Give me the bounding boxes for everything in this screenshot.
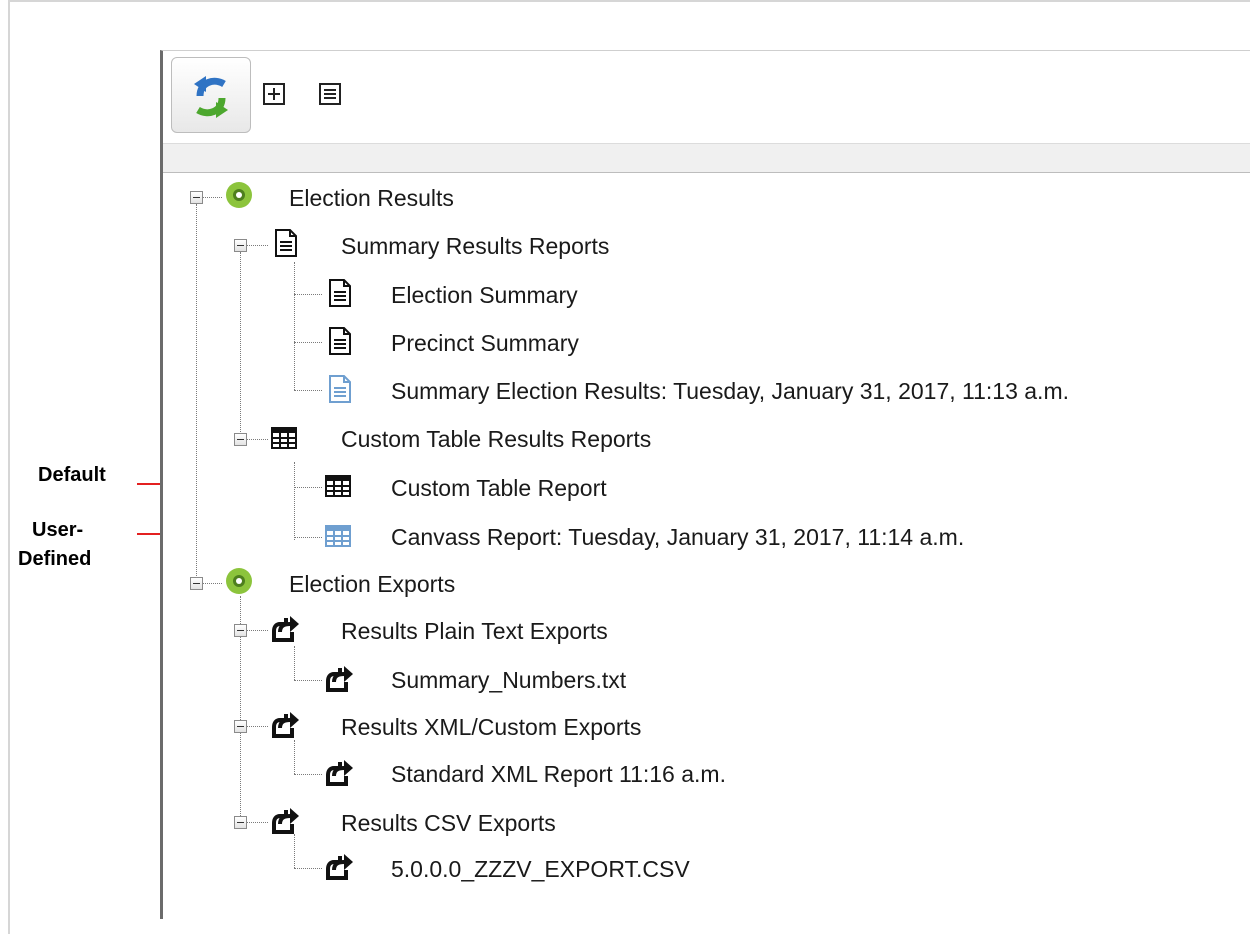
export-icon: [326, 760, 353, 786]
tree-leaf-label: Summary Election Results: Tuesday, Janua…: [391, 378, 1069, 404]
tree-line: [294, 834, 295, 868]
tree-node-label: Results XML/Custom Exports: [341, 714, 642, 740]
outer-frame-top: [8, 0, 1250, 16]
column-header-strip: [163, 143, 1250, 173]
tree-line: [246, 630, 268, 631]
tree-line: [202, 197, 222, 198]
user-defined-document-icon: [329, 375, 351, 403]
annotation-user-defined-1: User-: [32, 519, 84, 541]
tree-leaf-label: Precinct Summary: [391, 330, 579, 356]
tree-line: [294, 342, 322, 343]
tree-node-label: Election Results: [289, 185, 454, 211]
refresh-icon: [194, 76, 228, 118]
user-defined-table-icon: [325, 525, 351, 547]
collapse-toggle[interactable]: [234, 433, 247, 446]
tree-line: [240, 252, 241, 440]
expand-all-icon[interactable]: [263, 83, 285, 105]
document-icon: [329, 327, 351, 355]
document-icon: [275, 229, 297, 257]
tree-line: [202, 583, 222, 584]
tree-line: [294, 462, 295, 540]
tree-line: [294, 487, 322, 488]
annotation-user-defined-2: Defined: [18, 548, 92, 570]
table-icon: [271, 427, 297, 449]
tree-leaf-label: Election Summary: [391, 282, 578, 308]
tree-line: [246, 439, 268, 440]
tree-leaf-label: 5.0.0.0_ZZZV_EXPORT.CSV: [391, 856, 690, 882]
document-icon: [329, 279, 351, 307]
collapse-all-icon[interactable]: [319, 83, 341, 105]
collapse-toggle[interactable]: [234, 816, 247, 829]
tree-line: [294, 646, 295, 680]
tree-line: [294, 390, 322, 391]
tree-line: [294, 537, 322, 538]
tree-node-label: Results CSV Exports: [341, 810, 556, 836]
refresh-button[interactable]: [171, 57, 251, 133]
export-icon: [272, 616, 299, 642]
election-node-icon: [226, 568, 252, 594]
collapse-toggle[interactable]: [234, 624, 247, 637]
tree-node-label: Summary Results Reports: [341, 233, 610, 259]
toolbar: [163, 51, 1250, 141]
collapse-toggle[interactable]: [190, 191, 203, 204]
annotation-default: Default: [38, 464, 106, 486]
tree-leaf-label: Canvass Report: Tuesday, January 31, 201…: [391, 524, 965, 550]
tree-line: [246, 726, 268, 727]
tree-leaf-label: Summary_Numbers.txt: [391, 667, 627, 693]
collapse-toggle[interactable]: [234, 720, 247, 733]
tree-line: [246, 822, 268, 823]
tree-node-label: Custom Table Results Reports: [341, 426, 652, 452]
tree-line: [294, 774, 322, 775]
tree-leaf-label: Standard XML Report 11:16 a.m.: [391, 761, 726, 787]
tree-line: [294, 868, 322, 869]
election-node-icon: [226, 182, 252, 208]
table-icon: [325, 475, 351, 497]
tree-node-label: Election Exports: [289, 571, 456, 597]
collapse-toggle[interactable]: [190, 577, 203, 590]
collapse-toggle[interactable]: [234, 239, 247, 252]
export-icon: [326, 666, 353, 692]
tree-leaf-label: Custom Table Report: [391, 475, 607, 501]
export-icon: [272, 712, 299, 738]
tree-line: [294, 740, 295, 774]
tree-line: [196, 204, 197, 584]
tree-node-label: Results Plain Text Exports: [341, 618, 608, 644]
tree-line: [294, 294, 322, 295]
export-icon: [326, 854, 353, 880]
outer-frame-left: [8, 0, 10, 934]
export-icon: [272, 808, 299, 834]
tree-line: [294, 262, 295, 390]
tree-line: [246, 245, 268, 246]
tree-line: [294, 680, 322, 681]
